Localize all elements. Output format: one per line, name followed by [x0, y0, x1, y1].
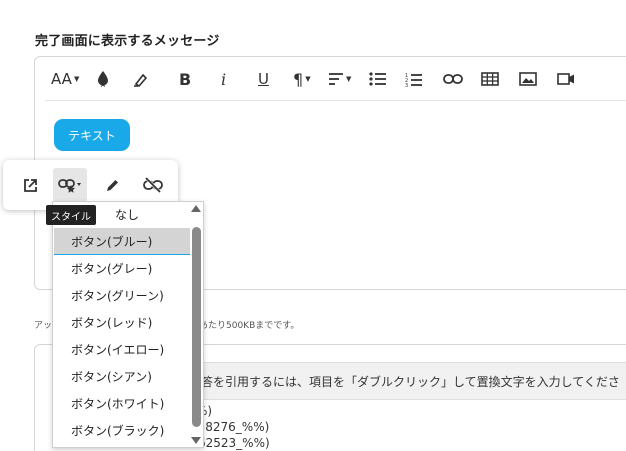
link-button[interactable] — [443, 67, 463, 91]
inserted-text-button[interactable]: テキスト — [54, 119, 130, 151]
dropdown-item[interactable]: ボタン(イエロー) — [54, 336, 191, 363]
upload-note-left: アッ — [34, 321, 53, 331]
section-title: 完了画面に表示するメッセージ — [35, 34, 220, 49]
highlight-icon — [134, 73, 148, 87]
dropdown-scrollbar[interactable] — [190, 202, 203, 447]
underline-button[interactable]: U — [258, 67, 269, 91]
link-style-icon — [58, 179, 81, 193]
align-button[interactable]: ▼ — [328, 67, 351, 91]
image-button[interactable] — [519, 67, 537, 91]
video-icon — [557, 73, 574, 85]
upload-note-right: 枚あたり500KBまでです。 — [190, 321, 300, 331]
variables-tip: 回答を引用するには、項目を「ダブルクリック」して置換文字を入力してくださ — [178, 362, 626, 400]
paragraph-button[interactable]: ¶ ▼ — [293, 67, 311, 91]
bullet-list-button[interactable] — [369, 67, 387, 91]
unlink-button[interactable] — [136, 168, 170, 202]
numbered-list-icon: 123 — [405, 73, 422, 87]
italic-button[interactable]: i — [221, 67, 226, 91]
link-icon — [443, 74, 463, 84]
dropdown-item[interactable]: ボタン(ホワイト) — [54, 390, 191, 417]
image-icon — [519, 72, 537, 86]
dropdown-item[interactable]: ボタン(グリーン) — [54, 282, 191, 309]
link-style-button[interactable] — [53, 168, 87, 202]
dropdown-item[interactable]: ボタン(レッド) — [54, 309, 191, 336]
dropdown-item[interactable]: ボタン(シアン) — [54, 363, 191, 390]
numbered-list-button[interactable]: 123 — [405, 67, 423, 91]
editor-toolbar: AA ▼ A B i U ¶ ▼ ▼ 123 — [45, 57, 626, 101]
variable-line[interactable]: 62523_%%) — [198, 436, 270, 450]
scroll-up-arrow-icon[interactable] — [191, 205, 201, 212]
video-button[interactable] — [557, 67, 575, 91]
scrollbar-thumb[interactable] — [192, 227, 201, 427]
text-color-icon: A — [98, 71, 108, 88]
table-button[interactable] — [481, 67, 499, 91]
dropdown-item[interactable]: ボタン(グレー) — [54, 255, 191, 282]
dropdown-item[interactable]: ボタン(ブルー) — [54, 228, 191, 255]
link-style-dropdown[interactable]: なし ボタン(ブルー) ボタン(グレー) ボタン(グリーン) ボタン(レッド) … — [52, 201, 204, 448]
edit-link-icon — [106, 179, 118, 191]
scroll-down-arrow-icon[interactable] — [191, 437, 201, 444]
open-link-button[interactable] — [13, 168, 47, 202]
dropdown-item[interactable]: ボタン(ブラック) — [54, 417, 191, 444]
align-icon — [329, 73, 343, 85]
style-tooltip: スタイル — [46, 205, 96, 225]
unlink-icon — [143, 177, 163, 193]
text-color-button[interactable]: A — [95, 67, 111, 91]
paragraph-icon: ¶ — [293, 69, 304, 89]
font-size-button[interactable]: AA ▼ — [51, 67, 79, 91]
font-size-icon: AA — [51, 70, 72, 88]
bold-button[interactable]: B — [179, 67, 191, 91]
bullet-list-icon — [369, 72, 386, 86]
open-link-icon — [23, 178, 37, 192]
edit-link-button[interactable] — [95, 168, 129, 202]
highlight-button[interactable] — [133, 67, 149, 91]
svg-text:3: 3 — [405, 83, 408, 87]
table-icon — [481, 72, 499, 86]
